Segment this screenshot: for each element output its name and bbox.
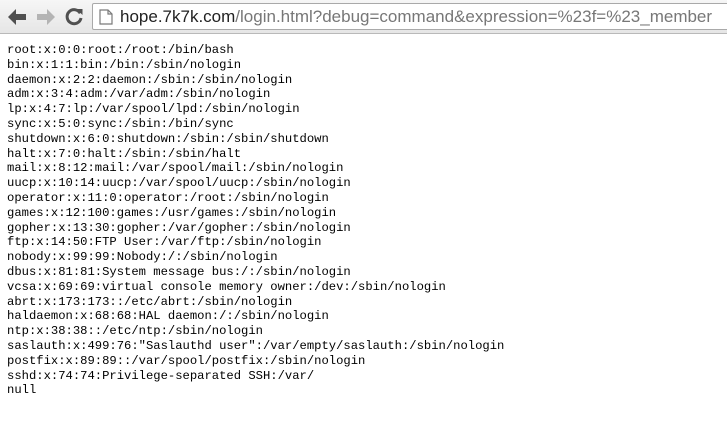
text-line: uucp:x:10:14:uucp:/var/spool/uucp:/sbin/…	[7, 176, 351, 191]
text-line: abrt:x:173:173::/etc/abrt:/sbin/nologin	[7, 294, 293, 309]
back-button[interactable]	[6, 6, 28, 28]
text-line: sync:x:5:0:sync:/sbin:/bin/sync	[7, 116, 234, 131]
text-line: bin:x:1:1:bin:/bin:/sbin/nologin	[7, 57, 242, 72]
text-line: daemon:x:2:2:daemon:/sbin:/sbin/nologin	[7, 72, 293, 87]
text-line: vcsa:x:69:69:virtual console memory owne…	[7, 279, 446, 294]
browser-toolbar: hope.7k7k.com/login.html?debug=command&e…	[0, 0, 727, 34]
text-line: saslauth:x:499:76:"Saslauthd user":/var/…	[7, 338, 505, 353]
back-arrow-icon	[8, 9, 26, 25]
text-line: ftp:x:14:50:FTP User:/var/ftp:/sbin/nolo…	[7, 235, 322, 250]
text-line: lp:x:4:7:lp:/var/spool/lpd:/sbin/nologin	[7, 102, 300, 117]
text-line: root:x:0:0:root:/root:/bin/bash	[7, 43, 234, 57]
text-line: haldaemon:x:68:68:HAL daemon:/:/sbin/nol…	[7, 309, 329, 324]
forward-arrow-icon	[37, 9, 55, 25]
text-line: null	[7, 383, 37, 398]
forward-button[interactable]	[35, 6, 57, 28]
text-line: shutdown:x:6:0:shutdown:/sbin:/sbin/shut…	[7, 131, 329, 146]
address-bar[interactable]: hope.7k7k.com/login.html?debug=command&e…	[92, 3, 727, 30]
text-line: halt:x:7:0:halt:/sbin:/sbin/halt	[7, 146, 242, 161]
text-line: nobody:x:99:99:Nobody:/:/sbin/nologin	[7, 250, 278, 265]
page-content: root:x:0:0:root:/root:/bin/bash bin:x:1:…	[7, 43, 719, 398]
page-icon	[99, 8, 113, 25]
text-line: ntp:x:38:38::/etc/ntp:/sbin/nologin	[7, 324, 263, 339]
text-line: dbus:x:81:81:System message bus:/:/sbin/…	[7, 264, 351, 279]
url-host: hope.7k7k.com	[120, 6, 236, 26]
text-line: sshd:x:74:74:Privilege-separated SSH:/va…	[7, 368, 315, 383]
text-line: adm:x:3:4:adm:/var/adm:/sbin/nologin	[7, 87, 271, 102]
reload-button[interactable]	[63, 6, 85, 28]
url-path: /login.html?debug=command&expression=%23…	[235, 6, 713, 26]
text-line: gopher:x:13:30:gopher:/var/gopher:/sbin/…	[7, 220, 351, 235]
url-text: hope.7k7k.com/login.html?debug=command&e…	[120, 7, 712, 27]
text-line: operator:x:11:0:operator:/root:/sbin/nol…	[7, 190, 329, 205]
text-line: games:x:12:100:games:/usr/games:/sbin/no…	[7, 205, 337, 220]
text-line: mail:x:8:12:mail:/var/spool/mail:/sbin/n…	[7, 161, 344, 176]
text-line: postfix:x:89:89::/var/spool/postfix:/sbi…	[7, 353, 366, 368]
reload-icon	[65, 8, 83, 26]
